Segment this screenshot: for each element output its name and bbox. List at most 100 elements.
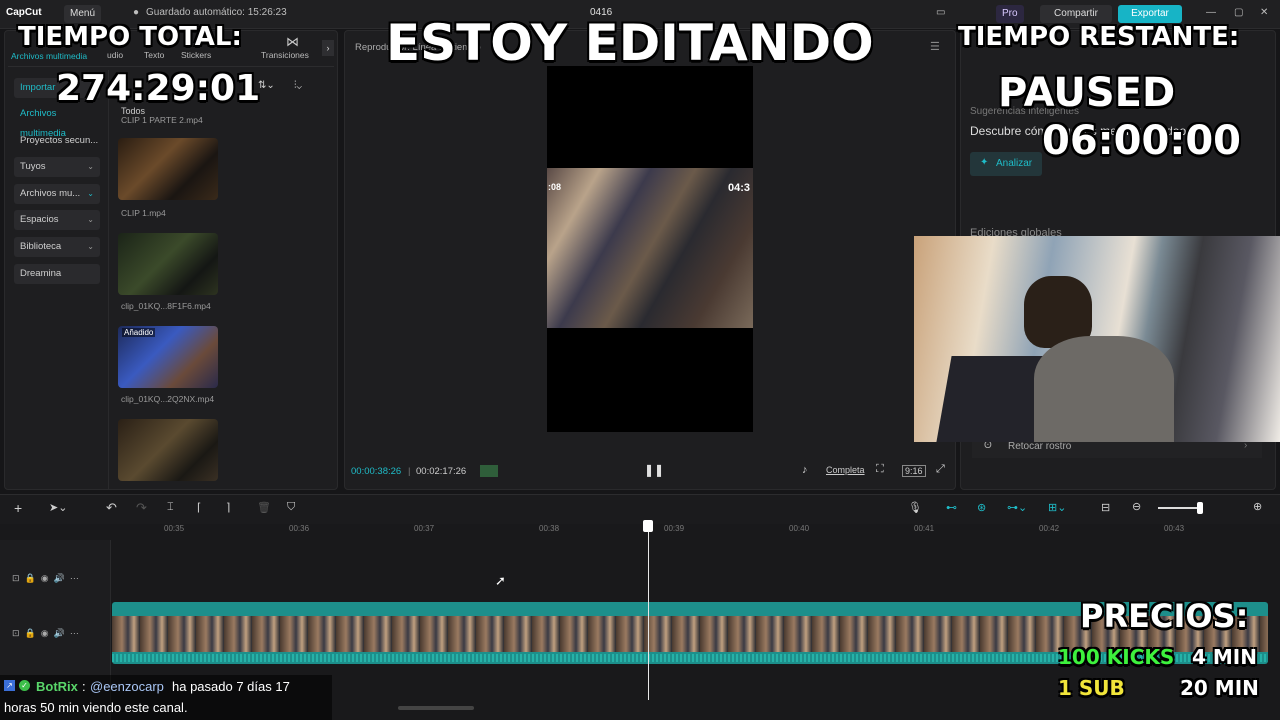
filter-icon[interactable]: ⫶⌄: [294, 80, 302, 91]
link-icon[interactable]: ⊷: [946, 501, 957, 514]
snap-icon[interactable]: ⊶⌄: [1007, 501, 1027, 514]
nav-yours[interactable]: Tuyos ⌄: [14, 157, 100, 177]
minimize-icon[interactable]: —: [1206, 7, 1216, 18]
maximize-icon[interactable]: ▢: [1234, 7, 1243, 18]
shield-icon[interactable]: ⛉: [287, 501, 295, 514]
clip-thumbnail[interactable]: Añadido: [118, 326, 218, 388]
verified-icon: ✓: [19, 680, 30, 691]
transitions-icon: ⋈: [286, 34, 299, 49]
aspect-button[interactable]: 9:16: [902, 465, 926, 477]
timeline-tick: 00:36: [289, 524, 310, 533]
redo-icon[interactable]: ↷: [136, 500, 147, 516]
lock-icon[interactable]: 🔒: [25, 573, 36, 583]
close-icon[interactable]: ✕: [1260, 7, 1268, 18]
frame-timer-left: :08: [548, 182, 562, 192]
app-logo: CapCut: [6, 7, 42, 18]
trim-left-icon[interactable]: ⌈: [197, 501, 201, 514]
player-menu-icon[interactable]: ☰: [930, 40, 940, 53]
nav-projects[interactable]: Proyectos secun...: [14, 131, 100, 151]
tab-transitions[interactable]: Transiciones: [261, 50, 309, 60]
timeline-toolbar: [0, 494, 1280, 525]
clip-thumbnail[interactable]: [118, 138, 218, 200]
fullscreen-icon[interactable]: ⤢: [936, 463, 945, 476]
timeline-tick: 00:42: [1039, 524, 1060, 533]
lock-icon[interactable]: 🔒: [25, 628, 36, 638]
added-badge: Añadido: [122, 328, 156, 337]
overlay-remaining-time: 06:00:00: [1042, 118, 1241, 164]
layout-icon[interactable]: ▭: [936, 7, 945, 18]
zoom-slider-handle[interactable]: [1197, 502, 1203, 514]
undo-icon[interactable]: ↶: [106, 500, 117, 516]
clip-thumbnail[interactable]: [118, 233, 218, 295]
playhead-line[interactable]: [648, 520, 649, 700]
track-collapse-icon[interactable]: ⊡: [12, 628, 20, 638]
track-collapse-icon[interactable]: ⊡: [12, 573, 20, 583]
person-body: [1034, 336, 1174, 442]
chat-separator: :: [82, 679, 86, 694]
chat-user: BotRix: [36, 679, 78, 694]
preview-axis-icon[interactable]: ⊞⌄: [1048, 501, 1066, 514]
timeline-tick: 00:35: [164, 524, 185, 533]
time-current: 00:00:38:26: [351, 466, 402, 477]
nav-library[interactable]: Biblioteca ⌄: [14, 237, 100, 257]
video-canvas[interactable]: :08 04:3: [547, 66, 753, 432]
microphone-icon[interactable]: 🎙: [908, 501, 922, 514]
zoom-slider[interactable]: [1158, 507, 1202, 509]
bot-badge-icon: ↗: [4, 680, 15, 691]
timeline-tick: 00:39: [664, 524, 685, 533]
crop-icon[interactable]: ⛶: [876, 463, 884, 476]
menu-button[interactable]: Menú: [64, 5, 102, 23]
eye-icon[interactable]: ◉: [41, 628, 49, 638]
eye-icon[interactable]: ◉: [41, 573, 49, 583]
zoom-out-icon[interactable]: ⊖: [1132, 500, 1141, 513]
analyze-button[interactable]: ✦ Analizar: [970, 152, 1042, 176]
horizontal-scrollbar[interactable]: [398, 706, 474, 710]
delete-icon[interactable]: 🗑: [257, 501, 271, 514]
clip-thumbnail[interactable]: [118, 419, 218, 481]
nav-label: Archivos mu...: [20, 188, 81, 199]
tabs-next-icon[interactable]: ›: [322, 40, 334, 56]
sparkle-icon: ✦: [980, 157, 989, 168]
audio-icon[interactable]: 🔊: [54, 573, 65, 583]
clip-name: CLIP 1 PARTE 2.mp4: [121, 115, 203, 125]
tab-media-active[interactable]: Archivos multimedia: [11, 51, 87, 61]
pause-icon[interactable]: ❚❚: [644, 463, 664, 477]
audio-icon[interactable]: 🔊: [54, 628, 65, 638]
tiktok-icon[interactable]: ♪: [802, 464, 808, 476]
nav-label: Tuyos: [20, 161, 46, 172]
export-button[interactable]: Exportar: [1118, 5, 1182, 23]
nav-media-files[interactable]: Archivos mu... ⌄: [14, 184, 100, 204]
clip-name: clip_01KQ...8F1F6.mp4: [121, 301, 211, 311]
select-tool-icon[interactable]: ➤⌄: [49, 501, 67, 514]
webcam-feed: [914, 236, 1280, 442]
nav-label: Importar: [20, 82, 56, 93]
pro-button[interactable]: Pro: [996, 5, 1024, 23]
ratio-button[interactable]: Completa: [826, 465, 865, 475]
frame-timer-right: 04:3: [728, 182, 751, 194]
clip-name: clip_01KQ...2Q2NX.mp4: [121, 394, 215, 404]
magnet-icon[interactable]: ⊛: [977, 501, 986, 514]
overlay-paused: PAUSED: [998, 70, 1176, 116]
clip-name: CLIP 1.mp4: [121, 208, 166, 218]
nav-spaces[interactable]: Espacios ⌄: [14, 210, 100, 230]
more-icon[interactable]: ⋯: [70, 573, 79, 583]
nav-label: Biblioteca: [20, 241, 62, 252]
more-icon[interactable]: ⋯: [70, 628, 79, 638]
chat-text-line2: horas 50 min viendo este canal.: [4, 700, 188, 715]
nav-dreamina[interactable]: Dreamina: [14, 264, 100, 284]
share-button[interactable]: Compartir: [1040, 5, 1112, 23]
divider: [108, 70, 109, 490]
playhead-handle[interactable]: [643, 520, 653, 532]
analyze-label: Analizar: [996, 158, 1033, 169]
caption-icon[interactable]: ⊟: [1101, 501, 1110, 514]
sort-icon[interactable]: ⇅⌄: [258, 80, 275, 91]
nav-label: Dreamina: [20, 268, 62, 279]
time-total: 00:02:17:26: [416, 466, 467, 477]
overlay-remaining-title: TIEMPO RESTANTE:: [958, 22, 1240, 52]
mouse-cursor: ➚: [495, 573, 506, 588]
zoom-in-icon[interactable]: ⊕: [1253, 500, 1262, 513]
add-track-icon[interactable]: +: [14, 500, 22, 516]
split-icon[interactable]: ⌶: [167, 501, 174, 514]
trim-right-icon[interactable]: ⌉: [226, 501, 230, 514]
track-controls: ⊡ 🔒 ◉ 🔊 ⋯: [12, 628, 79, 639]
